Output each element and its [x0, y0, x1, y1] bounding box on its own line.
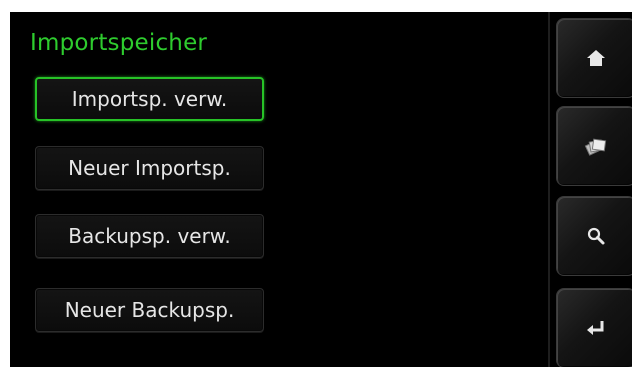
- main-panel: Importspeicher Importsp. verw. Neuer Imp…: [10, 12, 550, 367]
- home-icon: [585, 47, 607, 69]
- page-title: Importspeicher: [30, 30, 208, 56]
- home-button[interactable]: [556, 18, 632, 98]
- enter-button[interactable]: [556, 288, 632, 367]
- enter-return-icon: [584, 317, 608, 339]
- new-import-memory-button[interactable]: Neuer Importsp.: [35, 146, 264, 190]
- memory-cards-button[interactable]: [556, 106, 632, 186]
- manage-backup-memory-button[interactable]: Backupsp. verw.: [35, 214, 264, 258]
- memory-cards-icon: [583, 135, 609, 157]
- side-toolbar: [550, 12, 632, 367]
- search-button[interactable]: [556, 196, 632, 276]
- new-backup-memory-button[interactable]: Neuer Backupsp.: [35, 288, 264, 332]
- search-icon: [585, 225, 607, 247]
- device-screen: Importspeicher Importsp. verw. Neuer Imp…: [10, 12, 632, 367]
- manage-import-memory-button[interactable]: Importsp. verw.: [35, 77, 264, 121]
